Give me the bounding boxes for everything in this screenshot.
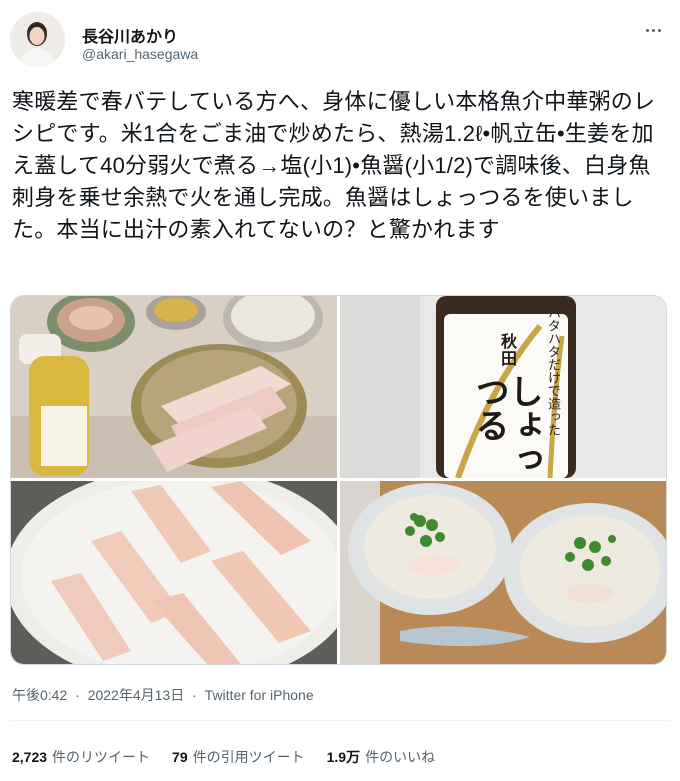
tweet-header: 長谷川あかり @akari_hasegawa bbox=[10, 12, 670, 68]
user-handle[interactable]: @akari_hasegawa bbox=[82, 46, 198, 62]
photo-ingredients[interactable] bbox=[11, 296, 337, 478]
quotes-stat[interactable]: 79 件の引用ツイート bbox=[172, 747, 305, 767]
likes-label: 件のいいね bbox=[365, 749, 436, 765]
bottle-label-region: 秋田 bbox=[500, 334, 517, 368]
bottle-label-brand: しょっつる bbox=[470, 374, 542, 476]
retweets-stat[interactable]: 2,723 件のリツイート bbox=[12, 747, 150, 767]
photo-porridge-closeup[interactable] bbox=[11, 481, 337, 664]
bottle-label-vertical: ハタハタだけで造った bbox=[546, 306, 561, 436]
divider bbox=[10, 720, 670, 721]
likes-stat[interactable]: 1.9万 件のいいね bbox=[327, 747, 435, 767]
meta-separator: · bbox=[192, 687, 197, 703]
tweet-source[interactable]: Twitter for iPhone bbox=[205, 687, 314, 703]
avatar[interactable] bbox=[10, 12, 65, 67]
media-grid: 秋田 しょっつる ハタハタだけで造った bbox=[10, 295, 667, 665]
tweet-time[interactable]: 午後0:42 bbox=[12, 687, 67, 703]
display-name[interactable]: 長谷川あかり bbox=[82, 23, 178, 47]
retweets-count: 2,723 bbox=[12, 749, 48, 765]
photo-served-bowls[interactable] bbox=[340, 481, 666, 664]
tweet-meta: 午後0:42 · 2022年4月13日 · Twitter for iPhone bbox=[12, 685, 314, 705]
tweet-date[interactable]: 2022年4月13日 bbox=[88, 687, 185, 703]
meta-separator: · bbox=[75, 687, 80, 703]
engagement-stats: 2,723 件のリツイート 79 件の引用ツイート 1.9万 件のいいね bbox=[12, 747, 435, 767]
more-options-icon[interactable] bbox=[640, 20, 666, 40]
photo-shottsuru-bottle[interactable]: 秋田 しょっつる ハタハタだけで造った bbox=[340, 296, 666, 478]
tweet-text: 寒暖差で春バテしている方へ、身体に優しい本格魚介中華粥のレシピです。米1合をごま… bbox=[12, 89, 656, 242]
quotes-label: 件の引用ツイート bbox=[192, 749, 305, 765]
quotes-count: 79 bbox=[172, 749, 188, 765]
retweets-label: 件のリツイート bbox=[52, 749, 151, 765]
likes-count: 1.9万 bbox=[326, 749, 361, 765]
profile-photo-icon bbox=[10, 12, 65, 67]
